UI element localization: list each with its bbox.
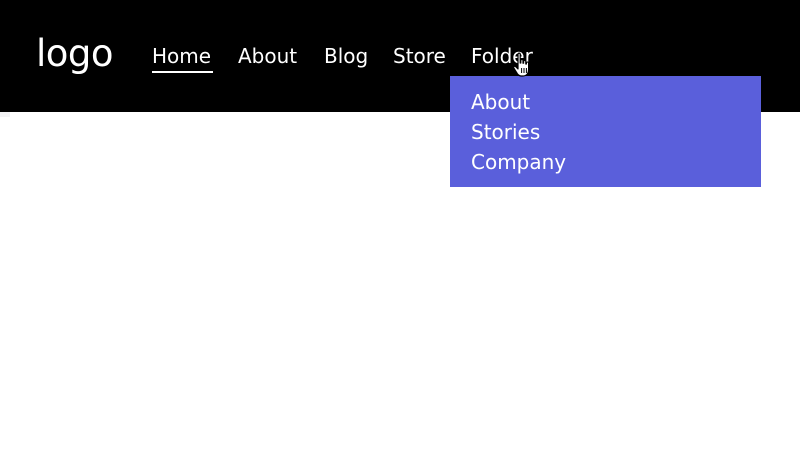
dropdown-item-about[interactable]: About [471, 88, 530, 116]
nav-about[interactable]: About [238, 42, 297, 70]
nav-store[interactable]: Store [393, 42, 446, 70]
dropdown-item-company[interactable]: Company [471, 148, 566, 176]
nav-home[interactable]: Home [152, 42, 211, 70]
dropdown-item-stories[interactable]: Stories [471, 118, 540, 146]
hand-pointer-icon [513, 52, 530, 77]
page: logo Home About Blog Store Folder About … [0, 0, 800, 449]
nav-blog[interactable]: Blog [324, 42, 368, 70]
decorative-edge [0, 112, 10, 117]
logo[interactable]: logo [36, 31, 114, 77]
active-underline [152, 71, 213, 73]
folder-dropdown-menu: About Stories Company [450, 76, 761, 187]
